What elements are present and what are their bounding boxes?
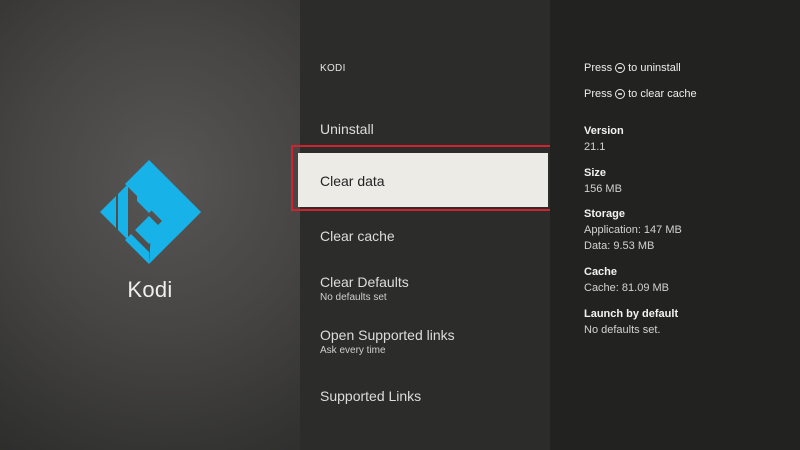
remote-menu-icon [615, 89, 626, 99]
storage-label: Storage [584, 208, 625, 220]
app-name: Kodi [127, 277, 173, 302]
launch-by-default-label: Launch by default [584, 308, 679, 320]
app-panel: Kodi [0, 0, 300, 450]
menu-item-open-supported-links[interactable]: Open Supported links Ask every time [300, 323, 550, 363]
menu-item-label: Clear data [320, 173, 385, 189]
kodi-logo-icon [100, 160, 201, 264]
menu-item-clear-data[interactable]: Clear data [298, 153, 548, 207]
menu-title: KODI [320, 63, 346, 74]
menu-item-label: Open Supported links [320, 327, 455, 343]
storage-application-value: Application: 147 MB [584, 224, 682, 236]
menu-item-label: Clear cache [320, 228, 395, 244]
menu-item-label: Clear Defaults [320, 274, 409, 290]
menu-item-clear-defaults[interactable]: Clear Defaults No defaults set [300, 270, 550, 310]
version-label: Version [584, 125, 624, 137]
hint-suffix: to uninstall [628, 62, 681, 74]
cache-label: Cache [584, 266, 618, 278]
remote-menu-icon [615, 63, 626, 73]
launch-by-default-value: No defaults set. [584, 324, 661, 336]
cache-value: Cache: 81.09 MB [584, 282, 669, 294]
menu-item-label: Uninstall [320, 121, 374, 137]
menu-item-uninstall[interactable]: Uninstall [300, 115, 550, 145]
menu-item-label: Supported Links [320, 388, 422, 404]
hint-uninstall: Press to uninstall [584, 62, 681, 74]
hint-prefix: Press [584, 88, 613, 100]
menu-item-sublabel: Ask every time [320, 345, 386, 356]
menu-item-clear-cache[interactable]: Clear cache [300, 222, 550, 252]
menu-item-sublabel: No defaults set [320, 292, 387, 303]
storage-data-value: Data: 9.53 MB [584, 240, 655, 252]
size-value: 156 MB [584, 183, 622, 195]
hint-prefix: Press [584, 62, 613, 74]
menu-item-supported-links[interactable]: Supported Links [300, 382, 550, 412]
hint-clear-cache: Press to clear cache [584, 88, 697, 100]
version-value: 21.1 [584, 141, 606, 153]
hint-suffix: to clear cache [628, 88, 697, 100]
size-label: Size [584, 167, 607, 179]
